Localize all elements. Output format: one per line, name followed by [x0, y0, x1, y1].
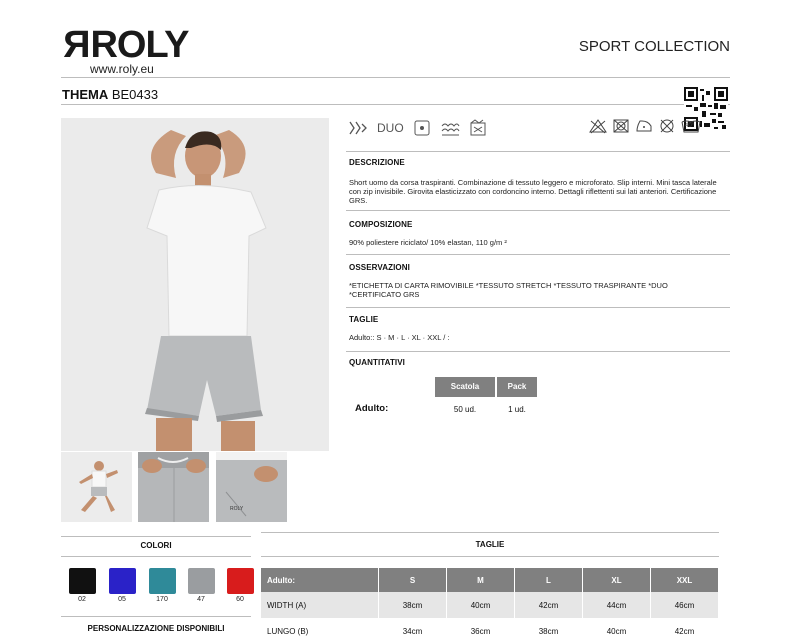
size-header-row: Adulto: S M L XL XXL — [261, 568, 719, 592]
divider-1 — [346, 151, 730, 152]
wash-temp: 40° — [685, 123, 695, 129]
swatch-code: 02 — [78, 596, 86, 603]
header-divider — [61, 77, 730, 78]
qty-header-pack: Pack — [497, 377, 537, 397]
label-icon — [413, 119, 431, 137]
cell: 44cm — [582, 592, 651, 618]
cell: 42cm — [514, 592, 583, 618]
swatch-black[interactable] — [68, 568, 96, 594]
table-row: WIDTH (A) 38cm 40cm 42cm 44cm 46cm — [261, 592, 719, 618]
size-table-bottom-rule — [261, 556, 719, 557]
size-header-m: M — [446, 568, 515, 592]
composizione-heading: COMPOSIZIONE — [349, 220, 413, 229]
table-row: LUNGO (B) 34cm 36cm 38cm 40cm 42cm — [261, 618, 719, 644]
personalizzazione-title: PERSONALIZZAZIONE DISPONIBILI — [87, 624, 225, 633]
qty-row-label: Adulto: — [355, 403, 389, 414]
model-illustration — [61, 118, 329, 451]
product-code: BE0433 — [111, 87, 159, 102]
size-header-s: S — [378, 568, 447, 592]
swatch-code: 47 — [197, 596, 205, 603]
swatch-code: 60 — [236, 596, 244, 603]
color-swatch-170[interactable]: 170 — [146, 568, 178, 603]
divider-3 — [346, 254, 730, 255]
product-title: THEMA BE0433 — [62, 87, 158, 102]
colori-title: COLORI — [140, 541, 172, 550]
cell: 36cm — [446, 618, 515, 644]
color-swatch-05[interactable]: 05 — [106, 568, 138, 603]
size-table: Adulto: S M L XL XXL WIDTH (A) 38cm 40cm… — [261, 568, 719, 644]
care-icons: 40° — [588, 118, 702, 134]
divider-2 — [346, 210, 730, 211]
size-header-adulto: Adulto: — [261, 568, 379, 592]
size-header-l: L — [514, 568, 583, 592]
cell: 42cm — [650, 618, 719, 644]
title-divider — [61, 104, 730, 105]
swatch-grey[interactable] — [187, 568, 215, 594]
color-swatch-60[interactable]: 60 — [224, 568, 256, 603]
feature-icons: DUO — [348, 118, 487, 138]
divider-5 — [346, 351, 730, 352]
colori-top-rule — [61, 536, 251, 537]
descrizione-text: Short uomo da corsa traspiranti. Combina… — [349, 178, 717, 205]
qty-pack-value: 1 ud. — [508, 405, 526, 414]
svg-text:ROLY: ROLY — [230, 506, 244, 512]
osservazioni-text: *ETICHETTA DI CARTA RIMOVIBILE *TESSUTO … — [349, 281, 668, 299]
size-header-xxl: XXL — [650, 568, 719, 592]
color-swatch-47[interactable]: 47 — [185, 568, 217, 603]
row-label-width: WIDTH (A) — [261, 592, 379, 618]
cell: 34cm — [378, 618, 447, 644]
no-tumble-dry-icon — [613, 119, 629, 133]
taglie-text: Adulto:: S · M · L · XL · XXL / : — [349, 333, 450, 342]
personalizzazione-rule — [61, 616, 251, 617]
cell: 40cm — [582, 618, 651, 644]
no-bleach-icon — [589, 119, 607, 134]
row-label-lungo: LUNGO (B) — [261, 618, 379, 644]
iron-icon — [636, 120, 652, 132]
size-table-top-rule — [261, 532, 719, 533]
cell: 38cm — [378, 592, 447, 618]
swatch-code: 170 — [156, 596, 168, 603]
size-table-title: TAGLIE — [475, 540, 505, 549]
qty-scatola-value: 50 ud. — [453, 405, 477, 414]
color-swatch-02[interactable]: 02 — [66, 568, 98, 603]
swatch-code: 05 — [118, 596, 126, 603]
website-url[interactable]: www.roly.eu — [90, 62, 154, 76]
cell: 38cm — [514, 618, 583, 644]
taglie-heading: TAGLIE — [349, 315, 379, 324]
thumbnail-running[interactable] — [61, 452, 132, 522]
wash-40-icon: 40° — [680, 118, 702, 134]
thumbnail-waistband[interactable] — [138, 452, 209, 522]
descrizione-heading: DESCRIZIONE — [349, 158, 405, 167]
roly-logo: RROLY — [64, 24, 190, 66]
collection-title: SPORT COLLECTION — [578, 38, 730, 55]
cell: 46cm — [650, 592, 719, 618]
product-main-photo — [61, 118, 329, 451]
composizione-text: 90% poliestere riciclato/ 10% elastan, 1… — [349, 238, 507, 247]
cell: 40cm — [446, 592, 515, 618]
no-dry-clean-icon — [660, 119, 674, 133]
quantitativi-heading: QUANTITATIVI — [349, 358, 406, 367]
size-header-xl: XL — [582, 568, 651, 592]
osservazioni-heading: OSSERVAZIONI — [349, 263, 410, 272]
thumbnail-side-pocket[interactable]: ROLY — [216, 452, 287, 522]
stretch-icon — [469, 119, 487, 137]
duo-icon: DUO — [377, 121, 404, 135]
product-name: THEMA — [62, 87, 109, 102]
swatch-royal-blue[interactable] — [108, 568, 136, 594]
colori-bottom-rule — [61, 556, 251, 557]
reflective-icon — [440, 119, 460, 137]
qty-header-scatola: Scatola — [435, 377, 495, 397]
dry-fit-icon — [348, 119, 368, 137]
swatch-teal[interactable] — [148, 568, 176, 594]
divider-4 — [346, 307, 730, 308]
swatch-red[interactable] — [226, 568, 254, 594]
